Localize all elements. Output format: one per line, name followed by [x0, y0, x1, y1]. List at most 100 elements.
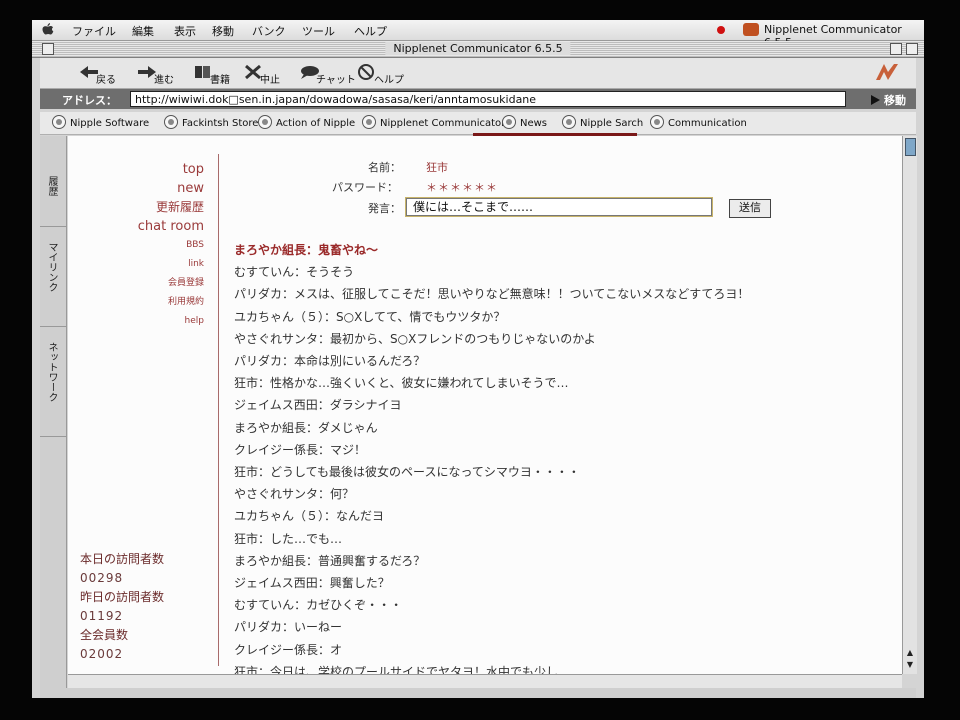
- chat-line: まろやか組長：普通興奮するだろ？: [234, 553, 426, 568]
- message-input[interactable]: 僕には…そこまで……: [405, 197, 713, 217]
- page-content: top new 更新履歴 chat room BBS link 会員登録 利用規…: [68, 136, 902, 674]
- bookmark-icon: [52, 115, 66, 129]
- chat-line: ユカちゃん（５）：なんだヨ: [234, 509, 385, 524]
- stop-button[interactable]: 中止: [242, 62, 286, 86]
- url-input[interactable]: http://wiwiwi.dok□sen.in.japan/dowadowa/…: [130, 91, 846, 107]
- today-visitors-label: 本日の訪問者数: [80, 552, 165, 566]
- chat-line: 狂市：どうしても最後は彼女のペースになってシマウヨ・・・・: [234, 465, 580, 480]
- bookmark-label: Fackintsh Store: [182, 118, 259, 129]
- go-button[interactable]: 移動: [871, 92, 906, 108]
- window-title-bar[interactable]: Nipplenet Communicator 6.5.5: [32, 41, 924, 58]
- side-tab-panel: 履歴 マイリンク ネットワーク: [40, 136, 67, 690]
- members-count: 02002: [80, 647, 124, 661]
- scroll-down-arrow-icon[interactable]: ▼: [904, 660, 916, 670]
- close-box-icon[interactable]: [42, 43, 54, 55]
- nav-link-update-history[interactable]: 更新履歴: [68, 198, 204, 217]
- back-label: 戻る: [96, 75, 116, 86]
- chat-line: パリダカ：いーねー: [234, 620, 343, 635]
- books-button[interactable]: 書籍: [192, 62, 238, 86]
- bookmark-icon: [650, 115, 664, 129]
- scroll-up-arrow-icon[interactable]: ▲: [904, 648, 916, 658]
- chat-log: まろやか組長：鬼畜やね〜 むすていん：そうそう パリダカ：メスは、征服してこそだ…: [234, 239, 749, 674]
- yesterday-visitors-label: 昨日の訪問者数: [80, 590, 165, 604]
- nav-link-top[interactable]: top: [68, 160, 204, 179]
- nav-link-link[interactable]: link: [68, 255, 204, 274]
- app-icon: [743, 23, 759, 36]
- bookmark-icon: [164, 115, 178, 129]
- status-bar: [40, 688, 916, 698]
- side-tab-label: ネットワーク: [46, 342, 57, 402]
- chat-line: むすていん：そうそう: [234, 265, 355, 280]
- column-divider: [218, 154, 219, 666]
- menu-bank[interactable]: バンク: [252, 23, 286, 39]
- forward-button[interactable]: 進む: [136, 62, 180, 86]
- chat-line: クレイジー係長：オ: [234, 642, 343, 657]
- name-value: 狂市: [426, 161, 448, 174]
- bookmark-label: Nipple Sarch: [580, 118, 644, 129]
- menu-edit[interactable]: 編集: [132, 23, 154, 39]
- menu-tools[interactable]: ツール: [302, 23, 335, 39]
- nav-link-chat-room[interactable]: chat room: [68, 217, 204, 236]
- chat-button[interactable]: チャット: [298, 62, 358, 86]
- chat-line: 狂市：今日は、学校のプールサイドでヤタヨ！水中でも少し…: [234, 664, 571, 674]
- password-value: ＊＊＊＊＊＊: [426, 181, 498, 194]
- side-tab-mylinks[interactable]: マイリンク: [40, 226, 66, 327]
- books-label: 書籍: [210, 75, 230, 86]
- menu-go[interactable]: 移動: [212, 23, 234, 39]
- zoom-box-icon[interactable]: [890, 43, 902, 55]
- nav-link-new[interactable]: new: [68, 179, 204, 198]
- scroll-thumb[interactable]: [905, 138, 916, 156]
- address-bar: アドレス： http://wiwiwi.dok□sen.in.japan/dow…: [40, 89, 916, 109]
- bookmark-icon: [258, 115, 272, 129]
- collapse-box-icon[interactable]: [906, 43, 918, 55]
- nav-link-terms[interactable]: 利用規約: [68, 293, 204, 312]
- menu-bar: ファイル 編集 表示 移動 バンク ツール ヘルプ Nipplenet Comm…: [32, 20, 924, 49]
- name-label: 名前：: [368, 161, 401, 174]
- bookmark-label: Communication: [668, 118, 747, 129]
- chat-line: まろやか組長：ダメじゃん: [234, 420, 378, 435]
- apple-icon[interactable]: [42, 23, 54, 36]
- side-tab-label: マイリンク: [46, 242, 57, 292]
- side-tab-network[interactable]: ネットワーク: [40, 326, 66, 437]
- browser-logo-icon: [876, 64, 898, 80]
- nav-link-register[interactable]: 会員登録: [68, 274, 204, 293]
- yesterday-visitors-count: 01192: [80, 609, 124, 623]
- side-tab-label: 履歴: [46, 176, 57, 196]
- bookmark-label: Nipplenet Communicator: [380, 118, 506, 129]
- chat-line: むすていん：カゼひくぞ・・・: [234, 598, 403, 613]
- bookmark-label: Nipple Software: [70, 118, 150, 129]
- nav-link-bbs[interactable]: BBS: [68, 236, 204, 255]
- screen: ファイル 編集 表示 移動 バンク ツール ヘルプ Nipplenet Comm…: [32, 20, 924, 698]
- side-tab-history[interactable]: 履歴: [40, 136, 66, 227]
- back-button[interactable]: 戻る: [78, 62, 122, 86]
- menu-file[interactable]: ファイル: [72, 23, 116, 39]
- stop-label: 中止: [260, 75, 280, 86]
- password-label: パスワード：: [332, 181, 398, 194]
- record-indicator-icon: [717, 26, 725, 34]
- chat-line: パリダカ：本命は別にいるんだろ？: [234, 354, 426, 369]
- chat-line: やさぐれサンタ：最初から、S○Xフレンドのつもりじゃないのかよ: [234, 331, 596, 346]
- vertical-scrollbar[interactable]: ▲ ▼: [902, 136, 917, 674]
- bookmark-icon: [502, 115, 516, 129]
- chat-line: やさぐれサンタ：何？: [234, 487, 355, 502]
- menu-help[interactable]: ヘルプ: [354, 23, 387, 39]
- help-label: ヘルプ: [374, 75, 404, 86]
- bookmark-icon: [562, 115, 576, 129]
- horizontal-scrollbar[interactable]: [68, 674, 902, 689]
- site-nav: top new 更新履歴 chat room BBS link 会員登録 利用規…: [68, 160, 204, 331]
- visitor-stats: 本日の訪問者数 00298 昨日の訪問者数 01192 全会員数 02002: [80, 550, 164, 664]
- menu-view[interactable]: 表示: [174, 23, 196, 39]
- chat-line: 狂市：性格かな…強くいくと、彼女に嫌われてしまいそうで…: [234, 376, 569, 391]
- go-label: 移動: [884, 94, 906, 107]
- message-label: 発言：: [368, 202, 401, 215]
- help-button[interactable]: ヘルプ: [356, 62, 406, 86]
- chat-line: 狂市：した…でも…: [234, 531, 343, 546]
- bookmark-icon: [362, 115, 376, 129]
- bookmarks-bar: Nipple Software Fackintsh Store Action o…: [40, 112, 916, 135]
- bookmark-label: Action of Nipple: [276, 118, 356, 129]
- chat-line: ユカちゃん（５）：S○Xしてて、情でもウツタか？: [234, 309, 506, 324]
- bookmark-label: News: [520, 118, 548, 129]
- chat-line: まろやか組長：鬼畜やね〜: [234, 243, 379, 257]
- send-button[interactable]: 送信: [729, 199, 771, 218]
- nav-link-help[interactable]: help: [68, 312, 204, 331]
